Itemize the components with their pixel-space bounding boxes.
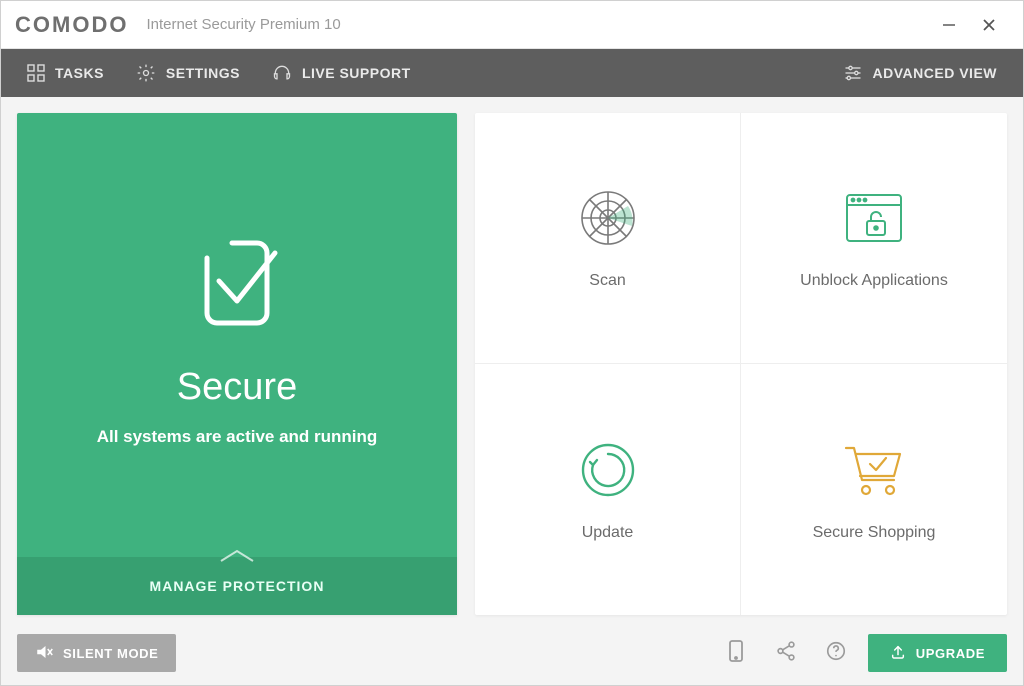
gear-icon — [136, 63, 156, 83]
bottom-bar: SILENT MODE UPGRADE — [1, 631, 1023, 685]
tasks-button[interactable]: TASKS — [11, 49, 120, 97]
headset-icon — [272, 63, 292, 83]
advanced-view-label: ADVANCED VIEW — [873, 65, 997, 81]
settings-label: SETTINGS — [166, 65, 240, 81]
secure-shopping-tile[interactable]: Secure Shopping — [741, 364, 1007, 615]
live-support-label: LIVE SUPPORT — [302, 65, 411, 81]
grid-icon — [27, 64, 45, 82]
status-title: Secure — [177, 366, 297, 409]
unblock-applications-tile[interactable]: Unblock Applications — [741, 113, 1007, 364]
cart-check-icon — [842, 438, 906, 502]
update-tile[interactable]: Update — [475, 364, 741, 615]
minimize-button[interactable] — [929, 5, 969, 45]
product-name: Internet Security Premium 10 — [146, 16, 340, 33]
status-panel: Secure All systems are active and runnin… — [17, 113, 457, 615]
tasks-label: TASKS — [55, 65, 104, 81]
silent-mode-label: SILENT MODE — [63, 646, 158, 661]
action-tiles: Scan Unblock Applications — [475, 113, 1007, 615]
help-button[interactable] — [818, 635, 854, 671]
refresh-icon — [578, 438, 638, 502]
unblock-label: Unblock Applications — [800, 272, 948, 290]
close-button[interactable] — [969, 5, 1009, 45]
sliders-icon — [843, 63, 863, 83]
status-subtitle: All systems are active and running — [97, 427, 378, 447]
mobile-icon — [726, 639, 746, 668]
manage-protection-label: MANAGE PROTECTION — [150, 578, 325, 594]
silent-mode-button[interactable]: SILENT MODE — [17, 634, 176, 672]
scan-label: Scan — [589, 272, 625, 290]
status-center: Secure All systems are active and runnin… — [17, 113, 457, 557]
settings-button[interactable]: SETTINGS — [120, 49, 256, 97]
shield-check-icon — [177, 223, 297, 348]
shopping-label: Secure Shopping — [813, 524, 936, 542]
help-icon — [825, 640, 847, 667]
titlebar: COMODO Internet Security Premium 10 — [1, 1, 1023, 49]
live-support-button[interactable]: LIVE SUPPORT — [256, 49, 427, 97]
radar-icon — [578, 186, 638, 250]
app-window: COMODO Internet Security Premium 10 TASK… — [0, 0, 1024, 686]
upgrade-button[interactable]: UPGRADE — [868, 634, 1007, 672]
unlock-window-icon — [843, 186, 905, 250]
manage-protection-button[interactable]: MANAGE PROTECTION — [17, 557, 457, 615]
upload-icon — [890, 644, 906, 663]
mobile-button[interactable] — [718, 635, 754, 671]
update-label: Update — [582, 524, 634, 542]
scan-tile[interactable]: Scan — [475, 113, 741, 364]
upgrade-label: UPGRADE — [916, 646, 985, 661]
brand-logo: COMODO — [15, 12, 128, 38]
speaker-mute-icon — [35, 643, 53, 664]
advanced-view-button[interactable]: ADVANCED VIEW — [827, 49, 1013, 97]
chevron-up-icon — [217, 547, 257, 568]
toolbar: TASKS SETTINGS LIVE SUPPORT ADVANCED VIE… — [1, 49, 1023, 97]
share-button[interactable] — [768, 635, 804, 671]
main-area: Secure All systems are active and runnin… — [1, 97, 1023, 631]
share-icon — [775, 640, 797, 667]
